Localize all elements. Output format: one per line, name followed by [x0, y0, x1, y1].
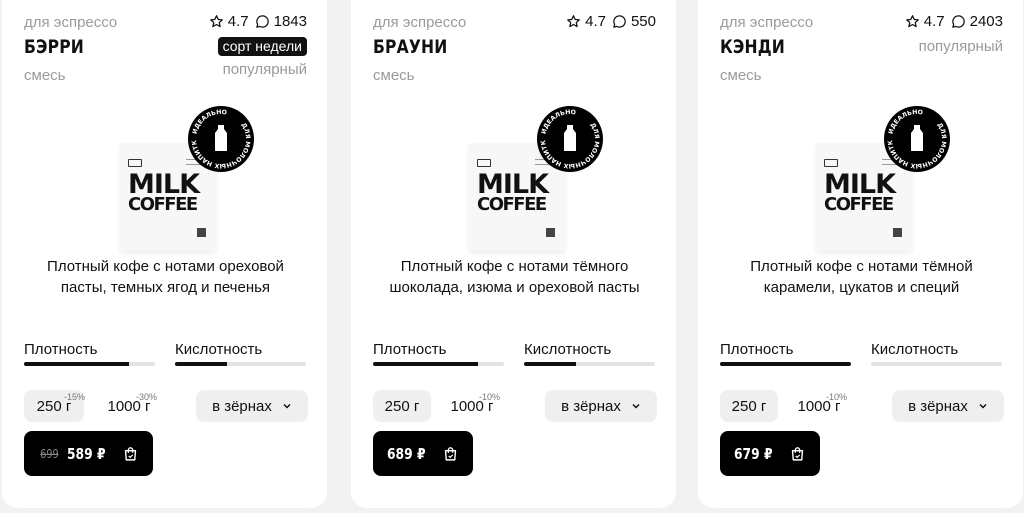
product-type: смесь — [720, 67, 762, 84]
product-description: Плотный кофе с нотами тёмной карамели, ц… — [750, 258, 973, 296]
chevron-down-icon — [979, 403, 987, 409]
product-card[interactable]: для эспрессо 4.7 550 БРАУНИ смесь MILK C… — [351, 0, 676, 508]
grind-select[interactable]: в зёрнах — [892, 390, 1004, 422]
chevron-down-icon — [283, 403, 291, 409]
density-fill — [720, 362, 851, 366]
comment-icon — [951, 15, 965, 28]
reviews-count: 550 — [630, 13, 656, 30]
price: 689 ₽ — [387, 444, 426, 463]
rating-block: 4.7 1843 — [209, 13, 307, 30]
add-to-cart-button[interactable]: 699 589 ₽ — [24, 431, 153, 476]
qr-code — [197, 228, 206, 237]
density-bar — [373, 362, 504, 366]
density-fill — [24, 362, 129, 366]
star-icon — [209, 15, 223, 28]
density-fill — [373, 362, 478, 366]
density-label: Плотность — [373, 341, 447, 358]
acidity-bar — [871, 362, 1002, 366]
acidity-fill — [175, 362, 228, 366]
comment-icon — [613, 15, 626, 28]
shopping-bag-icon — [444, 447, 457, 461]
discount-1000: -10% — [826, 392, 848, 402]
milk-drinks-stamp: ИДЕАЛЬНО ДЛЯ МОЛОЧНЫХ НАПИТКОВ — [187, 105, 254, 172]
product-name[interactable]: БЭРРИ — [24, 36, 84, 58]
discount-1000: -10% — [479, 392, 501, 402]
grind-value: в зёрнах — [212, 397, 272, 415]
add-to-cart-button[interactable]: 679 ₽ — [720, 431, 820, 476]
acidity-label: Кислотность — [175, 341, 263, 358]
acidity-fill — [524, 362, 577, 366]
star-icon — [905, 15, 919, 28]
product-description: Плотный кофе с нотами тёмного шоколада, … — [389, 258, 640, 296]
rating-block: 4.7 2403 — [905, 13, 1003, 30]
product-type: смесь — [373, 67, 415, 84]
acidity-bar — [175, 362, 306, 366]
weight-option-250[interactable]: 250 г — [373, 390, 431, 422]
acidity-label: Кислотность — [524, 341, 612, 358]
product-type: смесь — [24, 67, 66, 84]
pack-logo-line2: COFFEE — [824, 194, 894, 215]
add-to-cart-button[interactable]: 689 ₽ — [373, 431, 473, 476]
chevron-down-icon — [632, 403, 640, 409]
pack-logo-line2: COFFEE — [477, 194, 547, 215]
star-icon — [567, 15, 580, 28]
popular-label: популярный — [222, 61, 307, 78]
pack-mini-logo — [128, 159, 142, 167]
acidity-bar — [524, 362, 655, 366]
discount-250: -15% — [64, 392, 86, 402]
grind-value: в зёрнах — [908, 397, 968, 415]
rating-value: 4.7 — [923, 13, 945, 30]
pack-mini-logo — [824, 159, 838, 167]
grind-value: в зёрнах — [561, 397, 621, 415]
milk-drinks-stamp: ИДЕАЛЬНО ДЛЯ МОЛОЧНЫХ НАПИТКОВ — [883, 105, 950, 172]
shopping-bag-icon — [791, 447, 804, 461]
product-name[interactable]: КЭНДИ — [720, 36, 785, 58]
popular-label: популярный — [918, 38, 1003, 55]
density-bar — [24, 362, 155, 366]
pack-mini-logo — [477, 159, 491, 167]
product-card[interactable]: для эспрессо 4.7 1843 БЭРРИ сорт недели … — [2, 0, 327, 508]
pack-logo-line2: COFFEE — [128, 194, 198, 215]
old-price: 699 — [40, 446, 59, 461]
product-card[interactable]: для эспрессо 4.7 2403 КЭНДИ популярный с… — [698, 0, 1023, 508]
grind-select[interactable]: в зёрнах — [545, 390, 657, 422]
price: 589 ₽ — [66, 444, 106, 463]
shopping-bag-icon — [124, 447, 137, 461]
grind-select[interactable]: в зёрнах — [196, 390, 308, 422]
density-label: Плотность — [720, 341, 794, 358]
product-tag: для эспрессо — [720, 14, 814, 31]
weight-option-250[interactable]: 250 г — [720, 390, 778, 422]
status-badge: сорт недели — [217, 37, 307, 56]
density-bar — [720, 362, 851, 366]
product-description: Плотный кофе с нотами ореховой пасты, те… — [47, 258, 284, 296]
reviews-count: 1843 — [273, 13, 307, 30]
reviews-count: 2403 — [969, 13, 1003, 30]
qr-code — [546, 228, 555, 237]
milk-drinks-stamp: ИДЕАЛЬНО ДЛЯ МОЛОЧНЫХ НАПИТКОВ — [536, 105, 603, 172]
product-tag: для эспрессо — [373, 14, 467, 31]
price: 679 ₽ — [734, 444, 773, 463]
product-name[interactable]: БРАУНИ — [373, 36, 447, 58]
rating-block: 4.7 550 — [566, 13, 656, 30]
acidity-label: Кислотность — [871, 341, 959, 358]
comment-icon — [255, 15, 269, 28]
density-label: Плотность — [24, 341, 98, 358]
qr-code — [893, 228, 902, 237]
rating-value: 4.7 — [227, 13, 249, 30]
discount-1000: -30% — [136, 392, 158, 402]
rating-value: 4.7 — [585, 13, 606, 30]
product-tag: для эспрессо — [24, 14, 118, 31]
